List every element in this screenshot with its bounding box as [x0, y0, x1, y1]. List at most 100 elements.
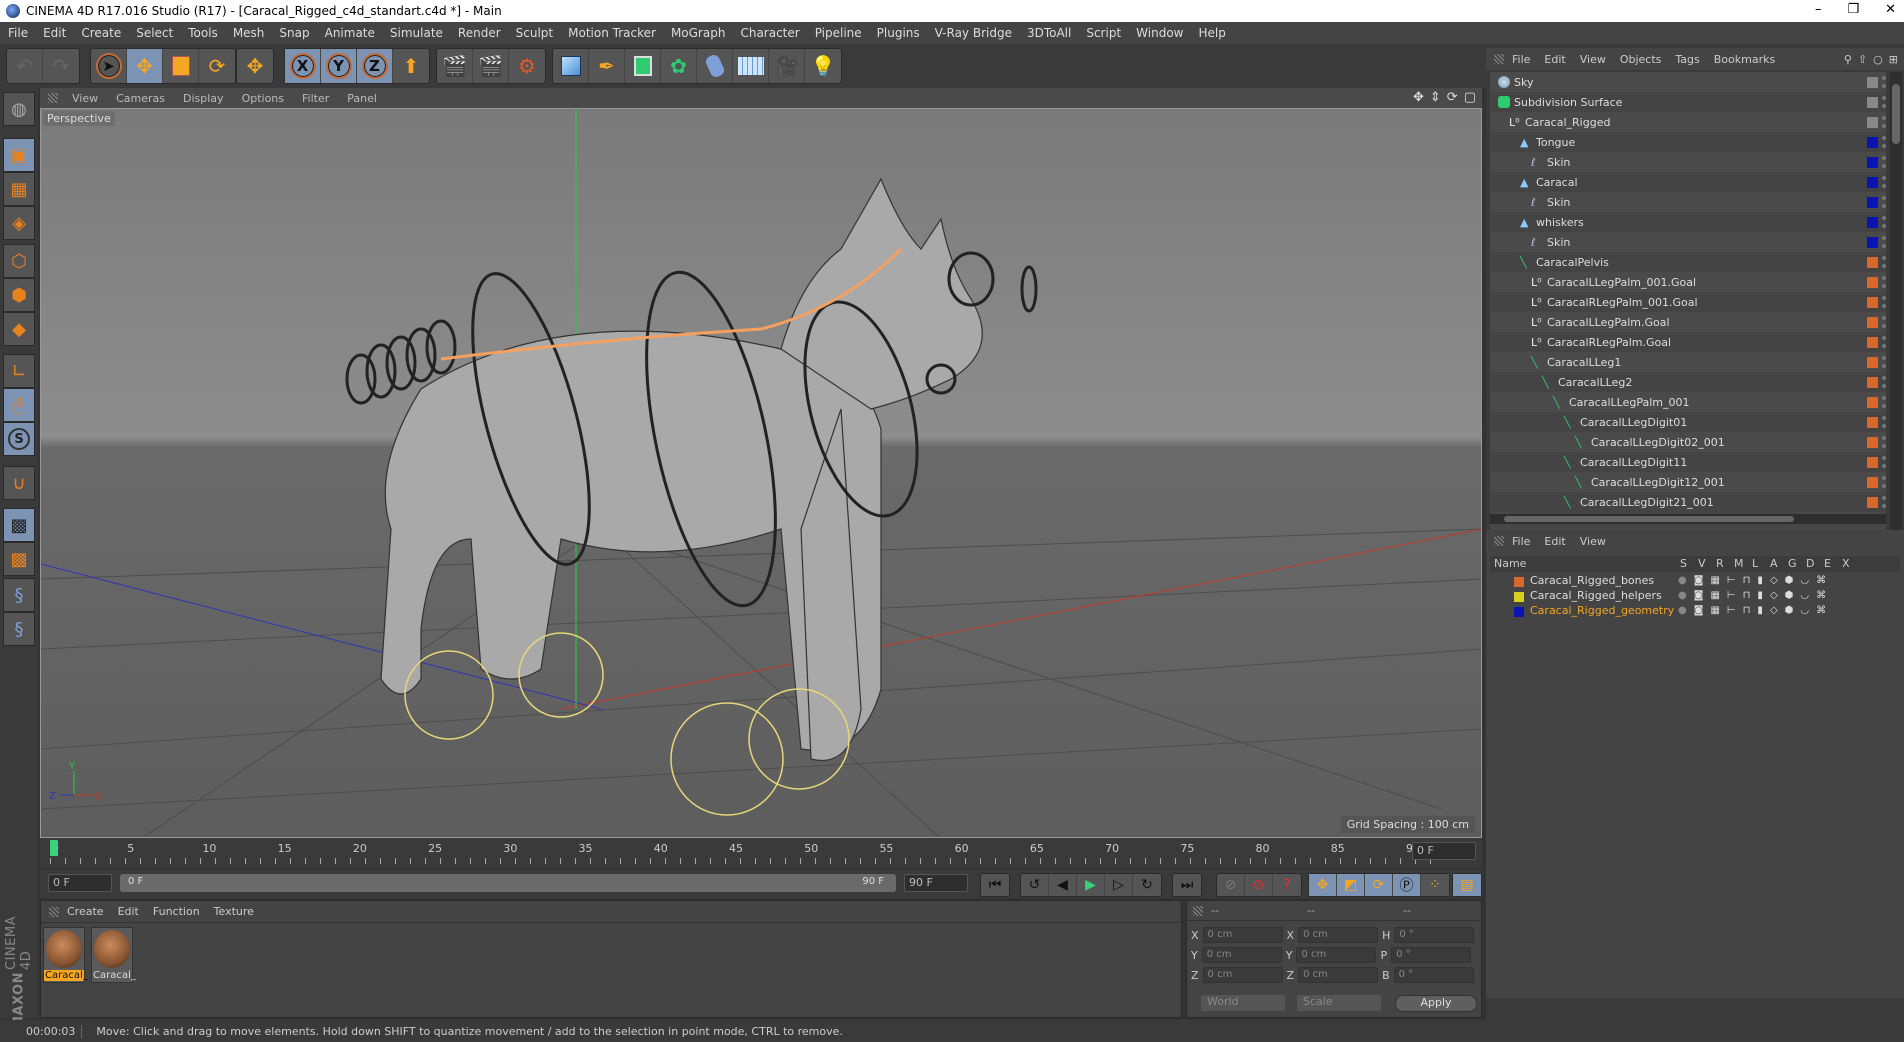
- menu-create[interactable]: Create: [81, 26, 121, 40]
- animation-icon[interactable]: ▮: [1757, 590, 1763, 601]
- cloner-icon[interactable]: ✿: [661, 49, 697, 83]
- recent-tool-icon[interactable]: ✥: [237, 49, 273, 83]
- model-mode-icon[interactable]: ▣: [3, 138, 35, 172]
- visibility-dots[interactable]: [1882, 196, 1886, 208]
- object-menu-edit[interactable]: Edit: [1544, 53, 1565, 66]
- object-row[interactable]: ╲ CaracalLLegPalm_001: [1490, 392, 1886, 412]
- viewport-menu-view[interactable]: View: [72, 92, 98, 105]
- python-icon[interactable]: §: [3, 612, 35, 646]
- menu-animate[interactable]: Animate: [325, 26, 375, 40]
- object-row[interactable]: ╲ CaracalLLeg1: [1490, 352, 1886, 372]
- menu-plugins[interactable]: Plugins: [877, 26, 920, 40]
- column-solo[interactable]: S: [1680, 557, 1687, 570]
- render-settings-icon[interactable]: ⚙: [509, 49, 545, 83]
- layer-color-tag[interactable]: [1867, 376, 1878, 388]
- object-row[interactable]: L⁰ Caracal_Rigged: [1490, 112, 1886, 132]
- menu-render[interactable]: Render: [458, 26, 501, 40]
- column-visible[interactable]: V: [1698, 557, 1706, 570]
- search-icon[interactable]: ⚲: [1844, 53, 1852, 66]
- layer-color-tag[interactable]: [1867, 216, 1878, 228]
- workplane-mode-icon[interactable]: ◈: [3, 206, 35, 240]
- menu-snap[interactable]: Snap: [279, 26, 309, 40]
- render-clapper-icon[interactable]: ▦: [1710, 590, 1719, 601]
- solo-dot-icon[interactable]: ●: [1678, 605, 1687, 616]
- object-row[interactable]: ╲ CaracalLLegDigit01: [1490, 412, 1886, 432]
- camera-icon[interactable]: 🎥: [769, 49, 805, 83]
- move-icon[interactable]: ✥: [127, 49, 163, 83]
- layer-color-tag[interactable]: [1867, 116, 1878, 128]
- layer-row[interactable]: Caracal_Rigged_geometry ● ◙ ▦ ⊢ ⊓ ▮ ◇ ⬢ ◡ ⌘: [1490, 604, 1900, 619]
- material-menu-edit[interactable]: Edit: [118, 905, 139, 918]
- xref-icon[interactable]: ⌘: [1816, 590, 1826, 601]
- panel-grip[interactable]: [1193, 905, 1203, 916]
- autokey-icon[interactable]: ⊙: [1245, 874, 1273, 896]
- solo-dot-icon[interactable]: ●: [1678, 575, 1687, 586]
- viewport-menu-display[interactable]: Display: [183, 92, 224, 105]
- menu-vray-bridge[interactable]: V-Ray Bridge: [935, 26, 1012, 40]
- visibility-dots[interactable]: [1882, 76, 1886, 88]
- position-y-field[interactable]: 0 cm: [1201, 947, 1282, 963]
- xref-icon[interactable]: ⌘: [1816, 605, 1826, 616]
- visibility-dots[interactable]: [1882, 256, 1886, 268]
- object-row[interactable]: ℓ Skin: [1490, 232, 1886, 252]
- scale-key-icon[interactable]: ◩: [1337, 874, 1365, 896]
- layer-color-tag[interactable]: [1867, 356, 1878, 368]
- menu-script[interactable]: Script: [1086, 26, 1121, 40]
- light-icon[interactable]: 💡: [805, 49, 841, 83]
- record-active-icon[interactable]: ⊘: [1217, 874, 1245, 896]
- menu-tools[interactable]: Tools: [188, 26, 218, 40]
- snap-icon[interactable]: ∪: [3, 466, 35, 500]
- menu-help[interactable]: Help: [1198, 26, 1225, 40]
- object-row[interactable]: L⁰ CaracalLLegPalm_001.Goal: [1490, 272, 1886, 292]
- layer-color-tag[interactable]: [1867, 336, 1878, 348]
- object-row[interactable]: ╲ CaracalLLegDigit02_001: [1490, 432, 1886, 452]
- layer-color-tag[interactable]: [1867, 76, 1878, 88]
- keyframe-selection-icon[interactable]: ?: [1273, 874, 1301, 896]
- visibility-dots[interactable]: [1882, 376, 1886, 388]
- menu-file[interactable]: File: [8, 26, 28, 40]
- visibility-dots[interactable]: [1882, 176, 1886, 188]
- animation-icon[interactable]: ▮: [1757, 605, 1763, 616]
- layer-color-tag[interactable]: [1867, 476, 1878, 488]
- next-key-icon[interactable]: ↻: [1133, 874, 1161, 896]
- start-frame-field[interactable]: 0 F: [48, 874, 112, 892]
- visibility-dots[interactable]: [1882, 276, 1886, 288]
- viewport-menu-panel[interactable]: Panel: [347, 92, 377, 105]
- manager-hierarchy-icon[interactable]: ⊢: [1727, 590, 1736, 601]
- material-menu-create[interactable]: Create: [67, 905, 104, 918]
- workplane-align-icon[interactable]: ▩: [3, 542, 35, 576]
- object-menu-view[interactable]: View: [1580, 53, 1606, 66]
- lock-icon[interactable]: ⊓: [1743, 590, 1751, 601]
- layer-color-tag[interactable]: [1867, 456, 1878, 468]
- minimize-button[interactable]: –: [1815, 2, 1822, 17]
- edges-mode-icon[interactable]: ⬢: [3, 278, 35, 312]
- object-row[interactable]: L⁰ CaracalLLegPalm.Goal: [1490, 312, 1886, 332]
- layer-row[interactable]: Caracal_Rigged_bones ● ◙ ▦ ⊢ ⊓ ▮ ◇ ⬢ ◡ ⌘: [1490, 574, 1900, 589]
- expression-icon[interactable]: ◡: [1800, 605, 1809, 616]
- visibility-dots[interactable]: [1882, 396, 1886, 408]
- viewport-menu-options[interactable]: Options: [242, 92, 284, 105]
- dolly-view-icon[interactable]: ⇕: [1430, 90, 1441, 105]
- menu-character[interactable]: Character: [740, 26, 799, 40]
- size-x-field[interactable]: 0 cm: [1298, 927, 1379, 943]
- timeline-window-icon[interactable]: ▤: [1453, 874, 1481, 896]
- visibility-dots[interactable]: [1882, 116, 1886, 128]
- object-menu-objects[interactable]: Objects: [1620, 53, 1662, 66]
- visible-eye-icon[interactable]: ◙: [1694, 575, 1704, 586]
- scale-icon[interactable]: [163, 49, 199, 83]
- goto-end-icon[interactable]: ⏭: [1173, 874, 1201, 896]
- position-x-field[interactable]: 0 cm: [1202, 927, 1283, 943]
- menu-edit[interactable]: Edit: [43, 26, 66, 40]
- column-generators[interactable]: G: [1788, 557, 1797, 570]
- x-axis-lock-icon[interactable]: X: [285, 49, 321, 83]
- layer-color-tag[interactable]: [1867, 276, 1878, 288]
- mode-dropdown[interactable]: Scale: [1297, 995, 1381, 1011]
- rotate-view-icon[interactable]: ⟳: [1447, 90, 1458, 105]
- layer-color-tag[interactable]: [1867, 316, 1878, 328]
- deformer-icon[interactable]: [697, 49, 733, 83]
- next-frame-icon[interactable]: ▷: [1105, 874, 1133, 896]
- visible-eye-icon[interactable]: ◙: [1694, 605, 1704, 616]
- workplane-lock-icon[interactable]: ▩: [3, 508, 35, 542]
- material-menu-function[interactable]: Function: [153, 905, 200, 918]
- column-render[interactable]: R: [1716, 557, 1724, 570]
